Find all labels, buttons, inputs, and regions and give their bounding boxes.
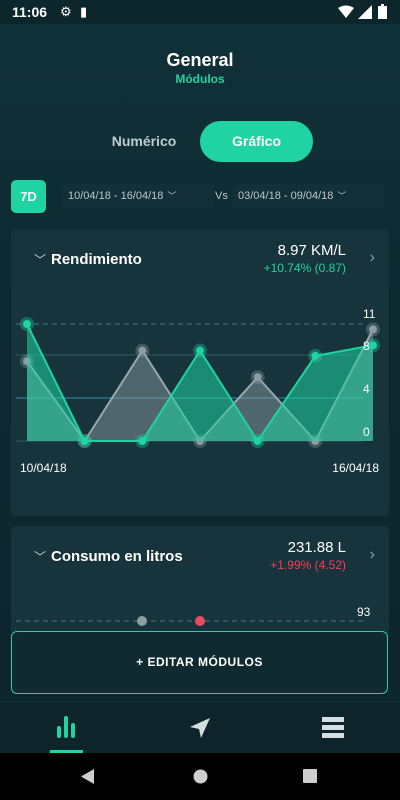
- data-point: [196, 346, 204, 355]
- chevron-down-icon: ﹀: [337, 191, 347, 201]
- current-range-label: 10/04/18 - 16/04/18: [68, 190, 164, 202]
- settings-icon: ⚙: [60, 4, 72, 19]
- y-tick-label: 11: [363, 307, 376, 321]
- y-tick-label: 4: [363, 382, 370, 396]
- y-tick-label: 8: [363, 339, 370, 353]
- tab-numeric[interactable]: Numérico: [88, 121, 200, 162]
- nav-item-menu[interactable]: [266, 702, 399, 754]
- series-area: [27, 324, 373, 441]
- nav-item-charts[interactable]: [0, 702, 133, 754]
- status-time: 11:06: [12, 4, 48, 20]
- chart-icon: [57, 716, 75, 738]
- recents-icon[interactable]: [303, 769, 317, 783]
- nav-item-navigation[interactable]: [133, 702, 266, 754]
- data-point: [369, 341, 377, 350]
- wifi-icon: [338, 5, 354, 18]
- tab-graphic[interactable]: Gráfico: [200, 121, 313, 162]
- battery-icon: [378, 4, 387, 19]
- signal-icon: [358, 5, 372, 19]
- edit-modules-button[interactable]: + EDITAR MÓDULOS: [11, 631, 388, 694]
- range-badge[interactable]: 7D: [11, 180, 46, 213]
- vs-label: Vs: [215, 190, 228, 202]
- data-point: [311, 351, 320, 360]
- card-rendimiento[interactable]: ﹀ Rendimiento 8.97 KM/L +10.74% (0.87) ›…: [11, 229, 389, 516]
- y-tick-label: 0: [363, 425, 370, 439]
- data-point: [137, 616, 147, 626]
- bottom-nav: [0, 701, 400, 754]
- data-point: [195, 616, 205, 626]
- current-range-select[interactable]: 10/04/18 - 16/04/18 ﹀: [62, 184, 214, 208]
- compare-range-select[interactable]: 03/04/18 - 09/04/18 ﹀: [232, 184, 384, 208]
- data-point: [138, 437, 147, 445]
- page-subtitle: Módulos: [175, 72, 225, 86]
- data-point: [253, 437, 262, 445]
- view-toggle: Numérico Gráfico: [88, 121, 313, 162]
- status-bar: 11:06 ⚙ ▮: [0, 0, 400, 24]
- data-point: [253, 373, 262, 382]
- compare-range-label: 03/04/18 - 09/04/18: [238, 190, 334, 202]
- chevron-down-icon: ﹀: [167, 191, 177, 201]
- data-point: [138, 346, 147, 355]
- card-consumo[interactable]: ﹀ Consumo en litros 231.88 L +1.99% (4.5…: [11, 526, 389, 636]
- consumo-chart: 93: [16, 605, 371, 626]
- menu-icon: [322, 717, 344, 738]
- page-title: General: [166, 50, 234, 70]
- system-nav-bar: [0, 753, 400, 800]
- navigation-icon: [190, 718, 210, 738]
- data-point: [369, 325, 377, 334]
- home-icon[interactable]: [193, 769, 208, 784]
- data-point: [80, 437, 89, 445]
- data-point: [23, 320, 31, 328]
- x-end-label: 16/04/18: [332, 461, 379, 475]
- sd-card-icon: ▮: [80, 4, 88, 19]
- back-icon[interactable]: [81, 769, 95, 784]
- y-tick-label: 93: [357, 605, 371, 619]
- x-start-label: 10/04/18: [20, 461, 67, 475]
